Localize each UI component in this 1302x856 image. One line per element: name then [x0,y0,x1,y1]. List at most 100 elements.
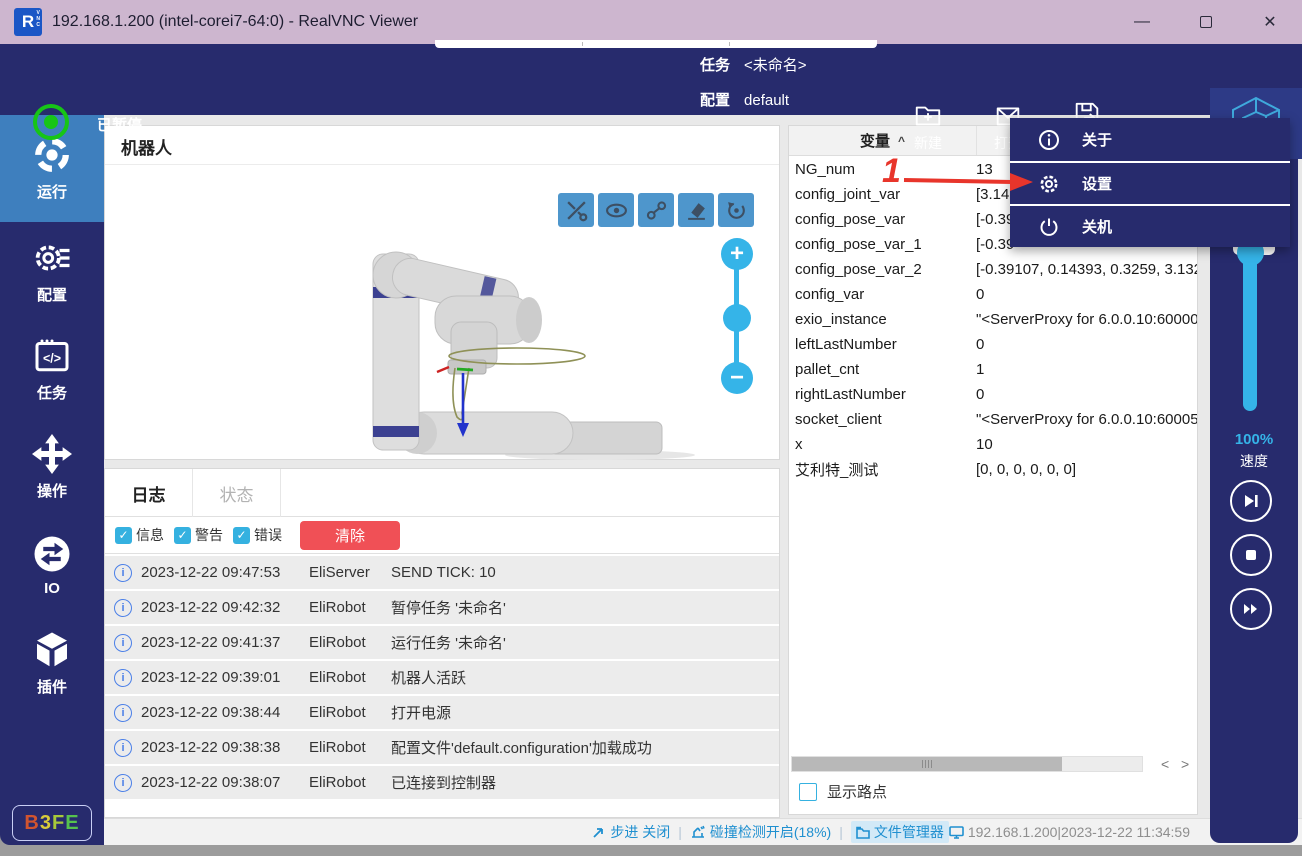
menu-shutdown-label: 关机 [1082,216,1112,237]
scroll-right-chevron[interactable]: > [1181,756,1189,772]
log-message: SEND TICK: 10 [391,564,496,581]
log-row: i 2023-12-22 09:38:38 EliRobot 配置文件'defa… [105,731,779,764]
info-icon [1038,129,1060,151]
scroll-left-chevron[interactable]: < [1161,756,1169,772]
sidebar-item-task-label: 任务 [37,382,67,403]
app-toolbar: 已暂停 任务<未命名> 配置default 新建 打开 保存 [0,44,1302,115]
variable-row[interactable]: exio_instance"<ServerProxy for 6.0.0.10:… [789,307,1197,332]
sidebar-item-io[interactable]: IO [0,516,104,614]
log-message: 机器人活跃 [391,667,466,688]
step-mode-status[interactable]: 步进 关闭 [592,822,670,842]
status-bar: 步进 关闭 | 碰撞检测开启(18%) | 文件管理器 192.168.1.20… [104,818,1302,845]
menu-item-about[interactable]: 关于 [1010,118,1290,161]
log-source: EliRobot [309,669,379,686]
zoom-slider-handle[interactable] [723,304,751,332]
variable-row[interactable]: socket_client"<ServerProxy for 6.0.0.10:… [789,407,1197,432]
info-icon: i [114,739,132,757]
log-time: 2023-12-22 09:39:01 [141,669,309,686]
log-source: EliRobot [309,704,379,721]
titlebar: R VNC 192.168.1.200 (intel-corei7-64:0) … [0,0,1302,44]
vnc-toolbar-tab[interactable] [435,40,877,48]
eraser-icon [685,199,708,222]
log-message: 已连接到控制器 [391,772,496,793]
scrollbar-thumb[interactable] [792,757,1062,771]
sidebar-item-task[interactable]: </> 任务 [0,320,104,418]
info-icon: i [114,564,132,582]
tab-log[interactable]: 日志 [105,469,193,517]
speed-slider-track[interactable] [1243,253,1257,411]
filter-warning-checkbox[interactable]: ✓ [174,527,191,544]
system-dropdown-menu: 关于 设置 关机 [1010,118,1290,247]
show-waypoints-checkbox[interactable] [799,783,817,801]
clear-log-button[interactable]: 清除 [300,521,400,550]
speed-percent: 100% [1210,431,1298,448]
new-task-icon [912,100,944,130]
variable-row[interactable]: pallet_cnt1 [789,357,1197,382]
window-title: 192.168.1.200 (intel-corei7-64:0) - Real… [52,13,418,31]
view-erase-button[interactable] [678,193,714,227]
menu-about-label: 关于 [1082,129,1112,150]
log-message: 运行任务 '未命名' [391,632,506,653]
filter-info-label: 信息 [136,525,164,545]
view-reset-rotation-button[interactable] [718,193,754,227]
zoom-out-button[interactable]: − [721,362,753,394]
stop-icon [1241,545,1261,565]
new-task-button[interactable]: 新建 [892,100,964,156]
log-source: EliRobot [309,599,379,616]
sidebar-item-plugin[interactable]: 插件 [0,614,104,712]
sidebar-item-configure-label: 配置 [37,284,67,305]
filter-error-checkbox[interactable]: ✓ [233,527,250,544]
robot-status-label: 已暂停 [97,114,142,135]
log-row: i 2023-12-22 09:38:44 EliRobot 打开电源 [105,696,779,729]
log-list: i 2023-12-22 09:47:53 EliServer SEND TIC… [105,556,779,801]
tab-status[interactable]: 状态 [193,469,281,517]
log-row: i 2023-12-22 09:39:01 EliRobot 机器人活跃 [105,661,779,694]
maximize-button[interactable] [1174,0,1238,44]
filter-info-checkbox[interactable]: ✓ [115,527,132,544]
file-manager-button[interactable]: 文件管理器 [851,821,949,843]
annotation-arrow [898,166,1038,196]
monitor-icon [949,825,964,839]
variable-row[interactable]: config_pose_var_2[-0.39107, 0.14393, 0.3… [789,257,1197,282]
fast-forward-button[interactable] [1230,588,1272,630]
variable-row[interactable]: config_var0 [789,282,1197,307]
step-run-button[interactable] [1230,480,1272,522]
variable-row[interactable]: rightLastNumber0 [789,382,1197,407]
menu-settings-label: 设置 [1082,173,1112,194]
sidebar-item-configure[interactable]: 配置 [0,222,104,320]
info-icon: i [114,704,132,722]
view-tools-button[interactable] [558,193,594,227]
view-visibility-button[interactable] [598,193,634,227]
info-icon: i [114,774,132,792]
log-time: 2023-12-22 09:47:53 [141,564,309,581]
log-message: 打开电源 [391,702,451,723]
log-time: 2023-12-22 09:38:38 [141,739,309,756]
view-path-button[interactable] [638,193,674,227]
log-row: i 2023-12-22 09:42:32 EliRobot 暂停任务 '未命名… [105,591,779,624]
variable-row[interactable]: x10 [789,432,1197,457]
minimize-button[interactable]: — [1110,0,1174,44]
filter-warning-label: 警告 [195,525,223,545]
zoom-in-button[interactable]: + [721,238,753,270]
variable-row[interactable]: leftLastNumber0 [789,332,1197,357]
sidebar-item-run-label: 运行 [37,181,67,202]
variables-header-label: 变量 [860,130,890,151]
task-value: <未命名> [744,57,807,74]
zoom-control: + − [713,238,761,398]
robot-3d-view[interactable] [105,126,781,461]
horizontal-scrollbar[interactable] [791,756,1143,772]
sidebar-item-operate[interactable]: 操作 [0,418,104,516]
connection-address: 192.168.1.200|2023-12-22 11:34:59 [949,824,1190,840]
menu-item-settings[interactable]: 设置 [1010,161,1290,204]
collision-detection-status[interactable]: 碰撞检测开启(18%) [690,822,831,842]
filter-error-label: 错误 [254,525,282,545]
stop-button[interactable] [1230,534,1272,576]
sidebar-item-operate-label: 操作 [37,480,67,501]
log-source: EliServer [309,564,379,581]
close-button[interactable]: ✕ [1238,0,1302,44]
show-waypoints-label: 显示路点 [827,781,887,802]
variable-row[interactable]: 艾利特_测试[0, 0, 0, 0, 0, 0] [789,457,1197,482]
menu-item-shutdown[interactable]: 关机 [1010,204,1290,247]
rotate-view-icon [725,199,748,222]
log-source: EliRobot [309,774,379,791]
